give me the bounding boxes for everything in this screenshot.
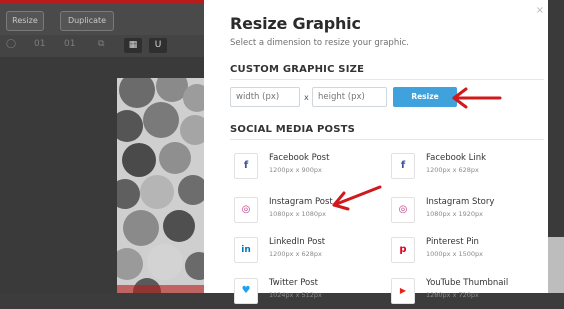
option-title: Facebook Link [426,153,487,163]
layer-down-button[interactable]: 01 [34,39,45,49]
option-title: LinkedIn Post [269,237,326,247]
instagram-icon: ◎ [234,197,258,223]
grid-tool-icon[interactable]: ▦ [124,38,142,53]
magnet-tool-icon[interactable]: U [149,38,167,53]
option-dimensions: 1080px x 1920px [426,210,484,218]
option-dimensions: 1080px x 1080px [269,210,327,218]
size-option-linkedin-post[interactable]: in LinkedIn Post 1200px x 628px [234,234,394,268]
size-option-instagram-story[interactable]: ◎ Instagram Story 1080px x 1920px [391,194,551,228]
option-dimensions: 1200px x 628px [426,166,479,174]
instagram-icon: ◎ [391,197,415,223]
option-dimensions: 1200px x 628px [269,250,322,258]
facebook-icon: f [234,153,258,179]
canvas-photo [117,78,204,293]
option-title: YouTube Thumbnail [426,278,509,288]
size-option-youtube-thumbnail[interactable]: ▶ YouTube Thumbnail 1280px x 720px [391,275,551,309]
linkedin-icon: in [234,237,258,263]
twitter-icon: ♥ [234,278,258,304]
modal-subtitle: Select a dimension to resize your graphi… [230,38,409,48]
annotation-arrow [452,87,502,109]
resize-top-button[interactable]: Resize [6,11,44,31]
dimension-separator: x [304,93,309,102]
custom-size-heading: CUSTOM GRAPHIC SIZE [230,64,365,75]
size-option-pinterest-pin[interactable]: p Pinterest Pin 1000px x 1500px [391,234,551,268]
size-option-twitter-post[interactable]: ♥ Twitter Post 1024px x 512px [234,275,394,309]
option-dimensions: 1024px x 512px [269,291,322,299]
option-title: Facebook Post [269,153,330,163]
editor-toolbar: ◯ 01 01 ⧉ ▦ U [0,35,204,57]
option-title: Twitter Post [269,278,318,288]
close-icon[interactable]: × [536,5,544,16]
facebook-icon: f [391,153,415,179]
resize-graphic-modal: × Resize Graphic Select a dimension to r… [204,0,551,304]
circle-tool-icon[interactable]: ◯ [6,39,16,49]
duplicate-button[interactable]: Duplicate [60,11,114,31]
divider [230,79,544,80]
youtube-icon: ▶ [391,278,415,304]
crowd-balls-image [117,78,204,293]
size-option-facebook-post[interactable]: f Facebook Post 1200px x 900px [234,150,394,184]
option-title: Instagram Story [426,197,495,207]
divider [230,139,544,140]
social-media-heading: SOCIAL MEDIA POSTS [230,124,356,135]
option-dimensions: 1200px x 900px [269,166,322,174]
size-option-facebook-link[interactable]: f Facebook Link 1200px x 628px [391,150,551,184]
option-dimensions: 1000px x 1500px [426,250,484,258]
annotation-arrow [332,185,382,211]
pinterest-icon: p [391,237,415,263]
layer-up-button[interactable]: 01 [64,39,75,49]
copy-tool-icon[interactable]: ⧉ [98,39,104,49]
editor-topbar: Resize Duplicate [0,3,204,35]
width-input[interactable] [230,87,300,107]
option-title: Pinterest Pin [426,237,479,247]
option-dimensions: 1280px x 720px [426,291,479,299]
modal-title: Resize Graphic [230,14,361,33]
option-title: Instagram Post [269,197,333,207]
height-input[interactable] [312,87,387,107]
